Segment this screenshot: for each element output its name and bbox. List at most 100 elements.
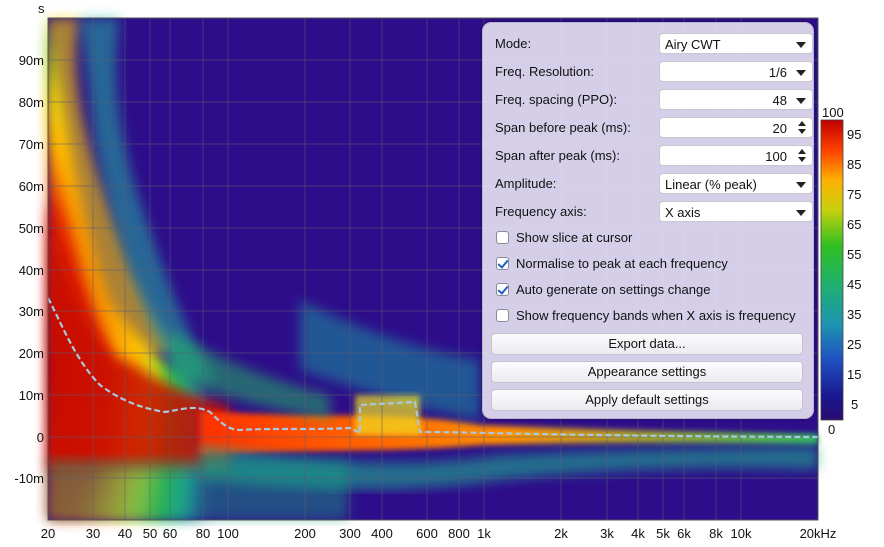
freq-resolution-label: Freq. Resolution: (495, 64, 594, 79)
span-before-spinbox[interactable]: 20 (659, 117, 813, 138)
freq-spacing-row: Freq. spacing (PPO): 48 (495, 89, 813, 111)
y-tick-label: 40m (19, 263, 44, 278)
colorbar-max-label: 100 (822, 105, 844, 120)
x-tick-label: 20 (41, 526, 55, 541)
show-slice-checkbox[interactable]: Show slice at cursor (496, 229, 806, 249)
x-tick-label: 400 (371, 526, 393, 541)
y-axis-unit: s (38, 1, 45, 16)
x-tick-label: 80 (196, 526, 210, 541)
colorbar-tick: 5 (851, 397, 858, 412)
y-tick-label: 60m (19, 179, 44, 194)
x-tick-label: 3k (600, 526, 614, 541)
checkbox-box[interactable] (496, 309, 509, 322)
chevron-down-icon (796, 182, 806, 188)
freq-resolution-row: Freq. Resolution: 1/6 (495, 61, 813, 83)
x-tick-label: 30 (86, 526, 100, 541)
spin-down-icon[interactable] (798, 157, 806, 162)
colorbar-tick: 25 (847, 337, 861, 352)
export-data-button[interactable]: Export data... (491, 333, 803, 355)
amplitude-label: Amplitude: (495, 176, 557, 191)
x-tick-label: 6k (677, 526, 691, 541)
freq-spacing-label: Freq. spacing (PPO): (495, 92, 618, 107)
chevron-down-icon (796, 210, 806, 216)
auto-generate-label: Auto generate on settings change (516, 282, 711, 297)
y-tick-label: 20m (19, 346, 44, 361)
checkbox-box[interactable] (496, 257, 509, 270)
amplitude-dropdown[interactable]: Linear (% peak) (659, 173, 813, 194)
freq-axis-dropdown[interactable]: X axis (659, 201, 813, 222)
x-tick-label: 4k (631, 526, 645, 541)
colorbar-tick: 35 (847, 307, 861, 322)
colorbar: 100 0 95 85 75 65 55 45 35 25 15 5 (820, 105, 861, 437)
y-tick-label: 50m (19, 221, 44, 236)
x-tick-label: 5k (656, 526, 670, 541)
normalise-checkbox[interactable]: Normalise to peak at each frequency (496, 255, 806, 275)
mode-label: Mode: (495, 36, 532, 51)
show-bands-label: Show frequency bands when X axis is freq… (516, 308, 796, 323)
x-tick-label: 50 (143, 526, 157, 541)
y-tick-label: 80m (19, 95, 44, 110)
span-after-value: 100 (765, 149, 787, 164)
checkmark-icon (497, 257, 509, 269)
checkbox-box[interactable] (496, 283, 509, 296)
x-tick-label: 40 (118, 526, 132, 541)
colorbar-min-label: 0 (828, 422, 835, 437)
spin-down-icon[interactable] (798, 129, 806, 134)
amplitude-value: Linear (% peak) (665, 177, 757, 192)
y-tick-label: 70m (19, 137, 44, 152)
colorbar-tick: 45 (847, 277, 861, 292)
show-bands-checkbox[interactable]: Show frequency bands when X axis is freq… (496, 307, 806, 327)
freq-resolution-value: 1/6 (768, 65, 787, 80)
colorbar-tick: 75 (847, 187, 861, 202)
amplitude-row: Amplitude: Linear (% peak) (495, 173, 813, 195)
colorbar-tick: 85 (847, 157, 861, 172)
appearance-settings-button[interactable]: Appearance settings (491, 361, 803, 383)
chevron-down-icon (796, 42, 806, 48)
freq-spacing-value: 48 (772, 93, 787, 108)
checkmark-icon (497, 283, 509, 295)
mode-value: Airy CWT (665, 37, 721, 52)
freq-resolution-dropdown[interactable]: 1/6 (659, 61, 813, 82)
x-tick-label: 2k (554, 526, 568, 541)
spin-up-icon[interactable] (798, 121, 806, 126)
chevron-down-icon (796, 98, 806, 104)
x-tick-label: 300 (339, 526, 361, 541)
x-axis: 20 30 40 50 60 80 100 200 300 400 600 80… (41, 526, 837, 541)
freq-spacing-dropdown[interactable]: 48 (659, 89, 813, 110)
span-before-label: Span before peak (ms): (495, 120, 631, 135)
span-before-value: 20 (772, 121, 787, 136)
normalise-label: Normalise to peak at each frequency (516, 256, 728, 271)
x-tick-label: 600 (416, 526, 438, 541)
y-tick-label: -10m (14, 471, 44, 486)
x-tick-label: 1k (477, 526, 491, 541)
mode-row: Mode: Airy CWT (495, 33, 813, 55)
checkbox-box[interactable] (496, 231, 509, 244)
span-after-label: Span after peak (ms): (495, 148, 620, 163)
y-tick-label: 90m (19, 53, 44, 68)
spectrogram-settings-panel: Mode: Airy CWT Freq. Resolution: 1/6 Fre… (482, 22, 814, 419)
auto-generate-checkbox[interactable]: Auto generate on settings change (496, 281, 806, 301)
x-tick-label: 20kHz (800, 526, 837, 541)
colorbar-tick: 15 (847, 367, 861, 382)
x-tick-label: 10k (731, 526, 752, 541)
colorbar-tick: 55 (847, 247, 861, 262)
freq-axis-value: X axis (665, 205, 701, 220)
colorbar-tick: 95 (847, 127, 861, 142)
y-axis: s 90m 80m 70m 60m 50m 40m 30m 20m 10m 0 … (14, 1, 45, 486)
x-tick-label: 60 (163, 526, 177, 541)
apply-default-settings-button[interactable]: Apply default settings (491, 389, 803, 411)
span-after-row: Span after peak (ms): 100 (495, 145, 813, 167)
x-tick-label: 8k (709, 526, 723, 541)
x-tick-label: 100 (217, 526, 239, 541)
freq-axis-row: Frequency axis: X axis (495, 201, 813, 223)
mode-dropdown[interactable]: Airy CWT (659, 33, 813, 54)
y-tick-label: 0 (37, 430, 44, 445)
x-tick-label: 800 (448, 526, 470, 541)
chevron-down-icon (796, 70, 806, 76)
y-tick-label: 10m (19, 388, 44, 403)
span-before-row: Span before peak (ms): 20 (495, 117, 813, 139)
y-tick-label: 30m (19, 304, 44, 319)
span-after-spinbox[interactable]: 100 (659, 145, 813, 166)
show-slice-label: Show slice at cursor (516, 230, 633, 245)
spin-up-icon[interactable] (798, 149, 806, 154)
